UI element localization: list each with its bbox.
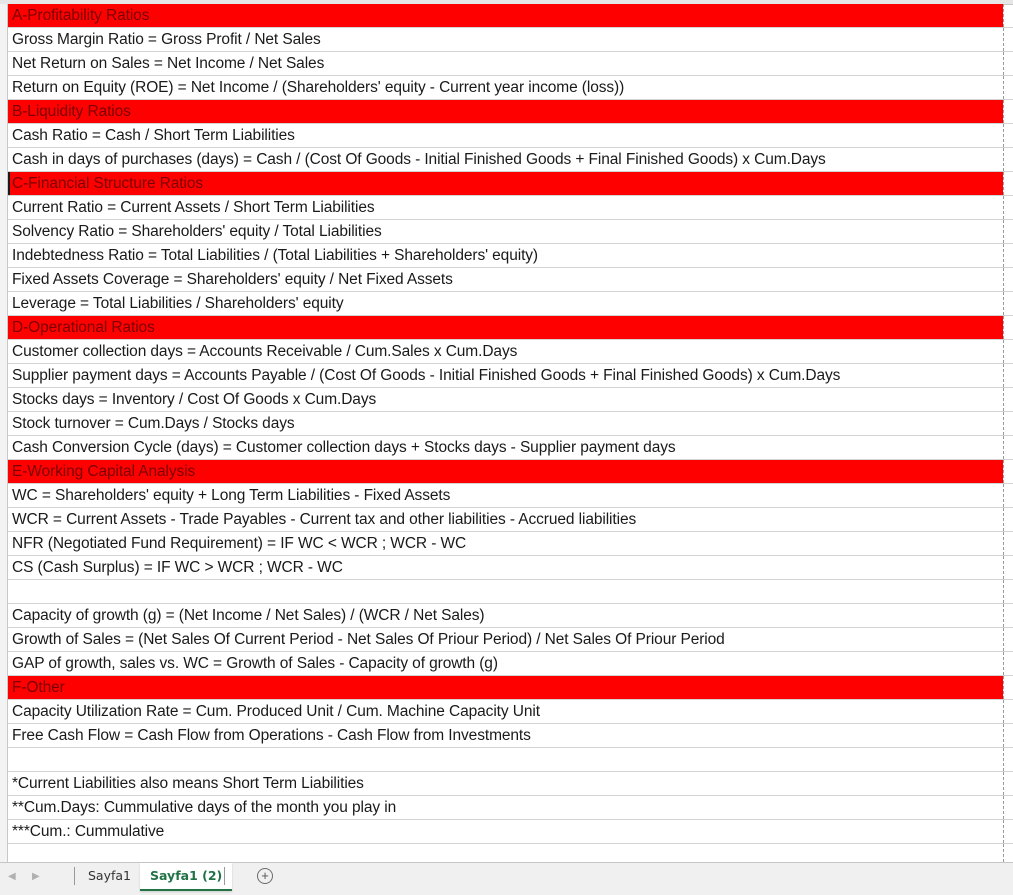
formula-cell[interactable]: Fixed Assets Coverage = Shareholders' eq… [8, 268, 1003, 291]
tab-sayfa1-2[interactable]: Sayfa1 (2) [140, 863, 233, 891]
formula-cell[interactable]: Return on Equity (ROE) = Net Income / (S… [8, 76, 1003, 99]
formula-row: **Cum.Days: Cummulative days of the mont… [8, 796, 1013, 820]
formula-row: Stock turnover = Cum.Days / Stocks days [8, 412, 1013, 436]
section-header-cell[interactable]: D-Operational Ratios [8, 316, 1003, 339]
formula-row: WC = Shareholders' equity + Long Term Li… [8, 484, 1013, 508]
section-header-row: F-Other [8, 676, 1013, 700]
formula-row: Cash Ratio = Cash / Short Term Liabiliti… [8, 124, 1013, 148]
formula-row [8, 748, 1013, 772]
tab-scroll-left-icon[interactable]: ◀ [8, 871, 16, 882]
add-sheet-icon[interactable]: + [257, 868, 273, 884]
formula-row: Fixed Assets Coverage = Shareholders' eq… [8, 268, 1013, 292]
spreadsheet-grid[interactable]: A-Profitability Ratios Gross Margin Ratio… [0, 0, 1013, 862]
formula-cell[interactable]: WC = Shareholders' equity + Long Term Li… [8, 484, 1003, 507]
formula-row: Customer collection days = Accounts Rece… [8, 340, 1013, 364]
formula-row: WCR = Current Assets - Trade Payables - … [8, 508, 1013, 532]
formula-row [8, 580, 1013, 604]
formula-cell[interactable] [8, 580, 1003, 603]
section-header-cell[interactable]: F-Other [8, 676, 1003, 699]
formula-cell[interactable]: Cash Ratio = Cash / Short Term Liabiliti… [8, 124, 1003, 147]
formula-row: Gross Margin Ratio = Gross Profit / Net … [8, 28, 1013, 52]
section-header-row: E-Working Capital Analysis [8, 460, 1013, 484]
section-header-cell[interactable]: B-Liquidity Ratios [8, 100, 1003, 123]
section-header-row: A-Profitability Ratios [8, 4, 1013, 28]
formula-row: Return on Equity (ROE) = Net Income / (S… [8, 76, 1013, 100]
formula-row: *Current Liabilities also means Short Te… [8, 772, 1013, 796]
formula-cell[interactable]: Net Return on Sales = Net Income / Net S… [8, 52, 1003, 75]
formula-row: Stocks days = Inventory / Cost Of Goods … [8, 388, 1013, 412]
formula-row: Growth of Sales = (Net Sales Of Current … [8, 628, 1013, 652]
formula-cell[interactable]: NFR (Negotiated Fund Requirement) = IF W… [8, 532, 1003, 555]
formula-cell[interactable]: Indebtedness Ratio = Total Liabilities /… [8, 244, 1003, 267]
formula-cell[interactable]: Free Cash Flow = Cash Flow from Operatio… [8, 724, 1003, 747]
formula-cell[interactable]: GAP of growth, sales vs. WC = Growth of … [8, 652, 1003, 675]
formula-row: Cash Conversion Cycle (days) = Customer … [8, 436, 1013, 460]
formula-row: NFR (Negotiated Fund Requirement) = IF W… [8, 532, 1013, 556]
formula-row: GAP of growth, sales vs. WC = Growth of … [8, 652, 1013, 676]
formula-row: Capacity of growth (g) = (Net Income / N… [8, 604, 1013, 628]
formula-cell[interactable]: **Cum.Days: Cummulative days of the mont… [8, 796, 1003, 819]
formula-cell[interactable]: Capacity of growth (g) = (Net Income / N… [8, 604, 1003, 627]
formula-row: Free Cash Flow = Cash Flow from Operatio… [8, 724, 1013, 748]
sheet-rows: A-Profitability Ratios Gross Margin Ratio… [8, 4, 1013, 862]
section-header-cell[interactable]: E-Working Capital Analysis [8, 460, 1003, 483]
formula-cell[interactable]: Customer collection days = Accounts Rece… [8, 340, 1003, 363]
formula-cell[interactable]: Solvency Ratio = Shareholders' equity / … [8, 220, 1003, 243]
section-header-cell[interactable]: C-Financial Structure Ratios [8, 172, 1003, 195]
tab-separator [224, 867, 225, 885]
formula-row: Cash in days of purchases (days) = Cash … [8, 148, 1013, 172]
formula-cell[interactable]: Capacity Utilization Rate = Cum. Produce… [8, 700, 1003, 723]
section-header-cell[interactable]: A-Profitability Ratios [8, 4, 1003, 27]
formula-cell[interactable]: ***Cum.: Cummulative [8, 820, 1003, 843]
formula-cell[interactable]: Growth of Sales = (Net Sales Of Current … [8, 628, 1003, 651]
sheet-tab-bar: ◀ ▶ Sayfa1 Sayfa1 (2) + [0, 862, 1013, 895]
tab-sayfa1[interactable]: Sayfa1 [78, 863, 141, 889]
formula-cell[interactable]: CS (Cash Surplus) = IF WC > WCR ; WCR - … [8, 556, 1003, 579]
tab-separator [74, 867, 75, 885]
formula-cell[interactable]: Cash Conversion Cycle (days) = Customer … [8, 436, 1003, 459]
formula-row: Supplier payment days = Accounts Payable… [8, 364, 1013, 388]
formula-cell[interactable]: Cash in days of purchases (days) = Cash … [8, 148, 1003, 171]
formula-cell[interactable]: *Current Liabilities also means Short Te… [8, 772, 1003, 795]
formula-cell[interactable]: Stock turnover = Cum.Days / Stocks days [8, 412, 1003, 435]
formula-row: Net Return on Sales = Net Income / Net S… [8, 52, 1013, 76]
formula-cell[interactable]: Current Ratio = Current Assets / Short T… [8, 196, 1003, 219]
section-header-row: B-Liquidity Ratios [8, 100, 1013, 124]
formula-row: Capacity Utilization Rate = Cum. Produce… [8, 700, 1013, 724]
row-header-strip [0, 4, 8, 862]
formula-cell[interactable] [8, 748, 1003, 771]
formula-cell[interactable]: Leverage = Total Liabilities / Sharehold… [8, 292, 1003, 315]
formula-row: Solvency Ratio = Shareholders' equity / … [8, 220, 1013, 244]
formula-cell[interactable]: WCR = Current Assets - Trade Payables - … [8, 508, 1003, 531]
formula-row: Current Ratio = Current Assets / Short T… [8, 196, 1013, 220]
formula-row: ***Cum.: Cummulative [8, 820, 1013, 844]
formula-cell[interactable] [8, 844, 1003, 862]
formula-cell[interactable]: Supplier payment days = Accounts Payable… [8, 364, 1003, 387]
formula-row: Indebtedness Ratio = Total Liabilities /… [8, 244, 1013, 268]
formula-row [8, 844, 1013, 862]
formula-row: Leverage = Total Liabilities / Sharehold… [8, 292, 1013, 316]
formula-row: CS (Cash Surplus) = IF WC > WCR ; WCR - … [8, 556, 1013, 580]
tab-scroll-right-icon[interactable]: ▶ [32, 871, 40, 882]
section-header-row: D-Operational Ratios [8, 316, 1013, 340]
section-header-row: C-Financial Structure Ratios [8, 172, 1013, 196]
formula-cell[interactable]: Gross Margin Ratio = Gross Profit / Net … [8, 28, 1003, 51]
formula-cell[interactable]: Stocks days = Inventory / Cost Of Goods … [8, 388, 1003, 411]
